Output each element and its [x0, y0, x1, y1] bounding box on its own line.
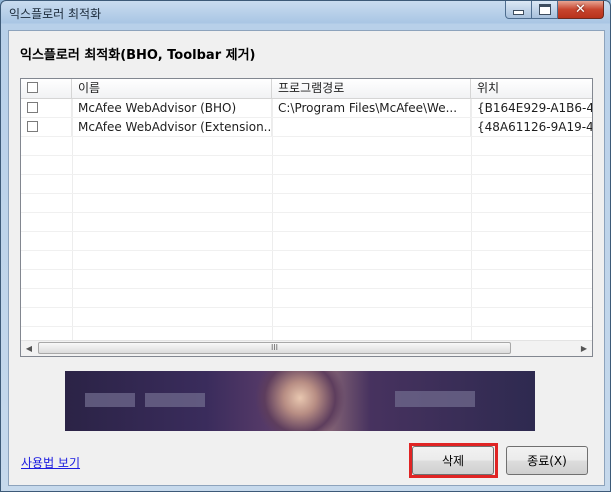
- minimize-icon: [513, 10, 524, 15]
- table-row: [21, 137, 592, 156]
- scroll-left-arrow[interactable]: ◀: [21, 341, 37, 356]
- minimize-button[interactable]: [505, 1, 532, 19]
- maximize-icon: [538, 4, 551, 15]
- banner-block: [395, 391, 475, 407]
- row-name: McAfee WebAdvisor (BHO): [72, 99, 272, 117]
- column-header-name[interactable]: 이름: [72, 79, 272, 98]
- row-checkbox[interactable]: [27, 102, 38, 113]
- scroll-right-arrow[interactable]: ▶: [576, 341, 592, 356]
- column-header-path[interactable]: 프로그램경로: [272, 79, 471, 98]
- list-rows: McAfee WebAdvisor (BHO) C:\Program Files\…: [21, 99, 592, 356]
- select-all-checkbox[interactable]: [27, 82, 38, 93]
- row-location: {48A61126-9A19-4C5: [477, 120, 593, 134]
- row-name: McAfee WebAdvisor (Extension...: [72, 118, 272, 136]
- table-row: [21, 251, 592, 270]
- table-row: [21, 289, 592, 308]
- banner-image: [245, 371, 345, 431]
- section-heading: 익스플로러 최적화(BHO, Toolbar 제거): [20, 48, 256, 63]
- table-row: [21, 308, 592, 327]
- table-row: [21, 194, 592, 213]
- banner-block: [145, 393, 205, 407]
- horizontal-scrollbar[interactable]: ◀ III ▶: [21, 340, 592, 356]
- maximize-button[interactable]: [532, 1, 558, 19]
- column-header-location[interactable]: 위치: [471, 79, 592, 98]
- close-icon: ✕: [575, 2, 586, 17]
- table-row: [21, 175, 592, 194]
- table-row: [21, 213, 592, 232]
- addon-list: 이름 프로그램경로 위치 McAfee WebAdvisor (BHO) C:\P…: [20, 78, 593, 357]
- ad-banner[interactable]: [65, 371, 535, 431]
- row-location: {B164E929-A1B6-4A0: [477, 101, 592, 115]
- exit-button[interactable]: 종료(X): [506, 446, 588, 475]
- window-controls: ✕: [505, 1, 604, 19]
- row-checkbox-cell[interactable]: [21, 118, 72, 136]
- dialog-client-area: 익스플로러 최적화(BHO, Toolbar 제거) 이름 프로그램경로 위치 …: [8, 30, 605, 486]
- row-checkbox-cell[interactable]: [21, 99, 72, 117]
- scroll-thumb[interactable]: III: [38, 342, 511, 354]
- row-path: C:\Program Files\McAfee\We...: [272, 99, 471, 117]
- banner-block: [85, 393, 135, 407]
- title-bar[interactable]: 익스플로러 최적화 ✕: [1, 1, 610, 25]
- row-path: [272, 118, 471, 136]
- table-row: [21, 232, 592, 251]
- list-header: 이름 프로그램경로 위치: [21, 79, 592, 99]
- table-row: [21, 270, 592, 289]
- table-row[interactable]: McAfee WebAdvisor (Extension... {48A61126…: [21, 118, 592, 137]
- window-title: 익스플로러 최적화: [9, 7, 102, 21]
- table-row: [21, 156, 592, 175]
- highlight-box: [409, 443, 498, 478]
- scroll-grip-icon: III: [270, 343, 279, 352]
- row-checkbox[interactable]: [27, 121, 38, 132]
- app-window: 익스플로러 최적화 ✕ 익스플로러 최적화(BHO, Toolbar 제거) 이…: [0, 0, 611, 492]
- header-select-all[interactable]: [21, 79, 72, 98]
- help-link[interactable]: 사용법 보기: [21, 454, 80, 471]
- table-row[interactable]: McAfee WebAdvisor (BHO) C:\Program Files\…: [21, 99, 592, 118]
- close-button[interactable]: ✕: [558, 1, 604, 19]
